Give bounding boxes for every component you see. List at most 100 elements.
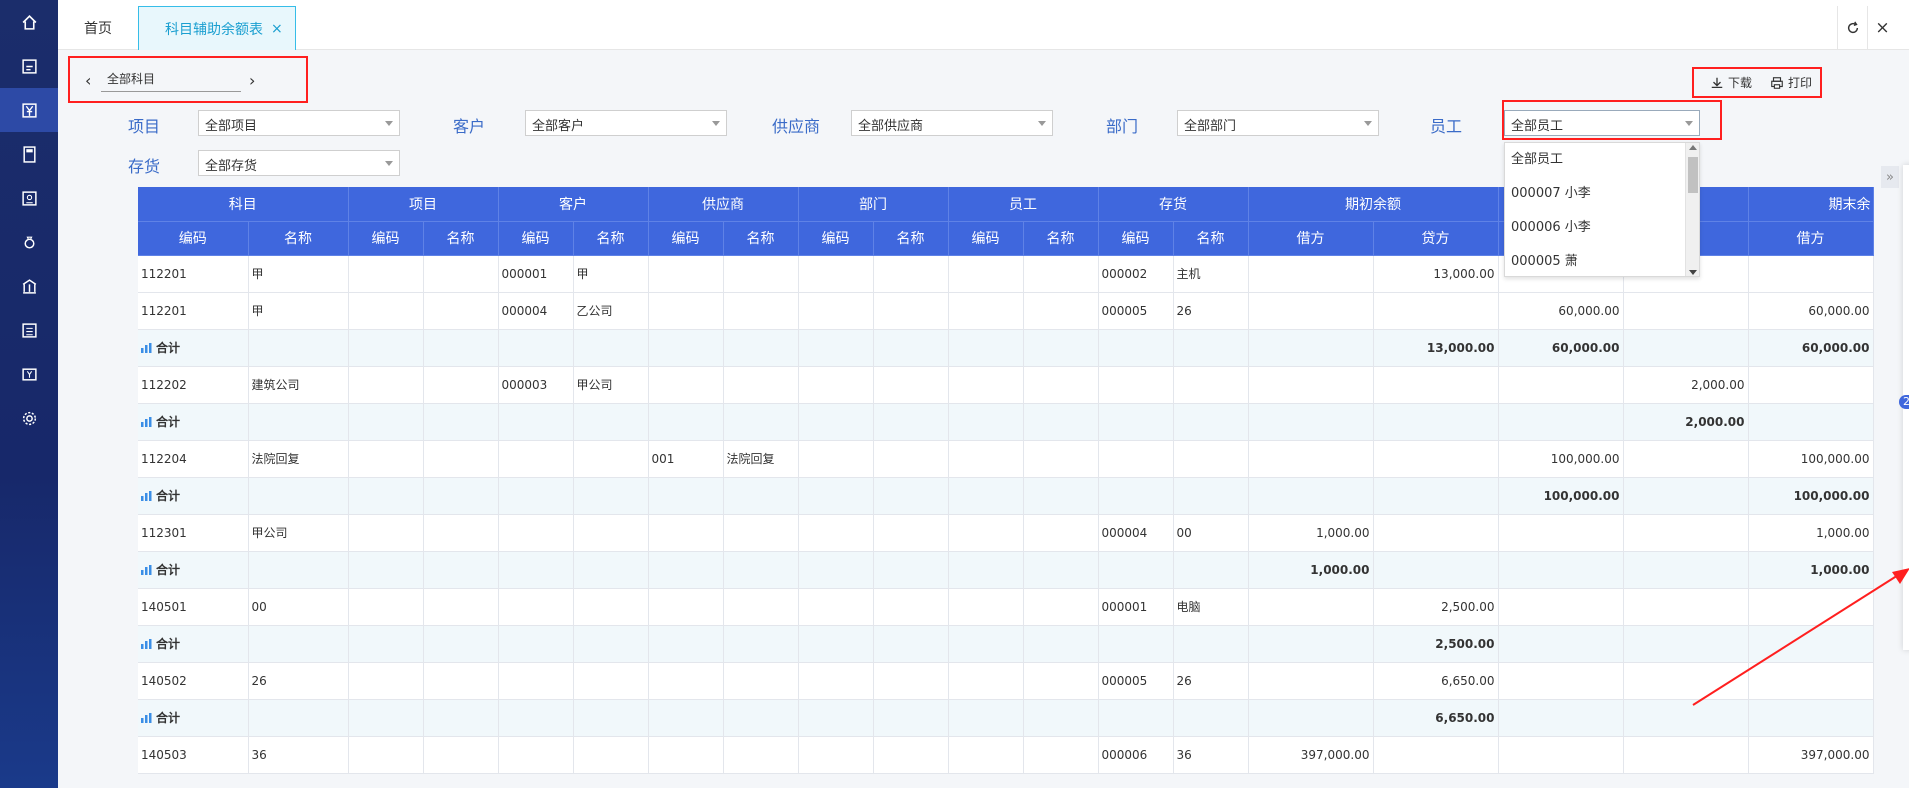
table-total-row[interactable]: 合计 100,000.00 100,000.00 xyxy=(138,477,1874,515)
print-label: 打印 xyxy=(1788,76,1813,90)
table-cell: 60,000.00 xyxy=(1498,292,1624,330)
table-total-row[interactable]: 合计 13,000.00 60,000.00 60,000.00 xyxy=(138,329,1874,367)
table-cell: 建筑公司 xyxy=(248,366,349,404)
report-nav-item[interactable] xyxy=(0,176,58,220)
subject-value[interactable]: 全部科目 xyxy=(101,68,241,92)
table-cell xyxy=(873,514,949,552)
download-button[interactable]: 下载 xyxy=(1710,74,1752,91)
table-cell: 甲 xyxy=(248,292,349,330)
table-total-row[interactable]: 合计 2,500.00 xyxy=(138,625,1874,663)
month-item[interactable]: 5月 xyxy=(1903,516,1909,544)
scroll-down-icon[interactable] xyxy=(1689,270,1697,275)
settings-nav-item[interactable] xyxy=(0,396,58,440)
table-row[interactable]: 140503 36 000006 36 397,000.00 397,000.00 xyxy=(138,736,1874,774)
table-cell xyxy=(873,440,949,478)
table-cell: 2,500.00 xyxy=(1373,625,1499,663)
total-label: 合计 xyxy=(141,709,245,726)
table-total-row[interactable]: 合计 2,000.00 xyxy=(138,403,1874,441)
table-cell xyxy=(1623,477,1749,515)
table-cell xyxy=(1248,329,1374,367)
filter-label-customer: 客户 xyxy=(453,117,486,136)
ledger-nav-item[interactable] xyxy=(0,88,58,132)
inventory-select[interactable]: 全部存货 xyxy=(198,150,400,176)
list-nav-item[interactable] xyxy=(0,308,58,352)
tab-subject-aux-balance[interactable]: 科目辅助余额表 × xyxy=(138,6,296,50)
table-total-row[interactable]: 合计 6,650.00 xyxy=(138,699,1874,737)
table-cell xyxy=(423,736,499,774)
calculator-nav-item[interactable] xyxy=(0,132,58,176)
close-window-icon[interactable]: × xyxy=(1867,6,1897,50)
table-cell xyxy=(648,403,724,441)
dropdown-option[interactable]: 全部员工 xyxy=(1505,143,1699,177)
month-item[interactable]: 1月2022 xyxy=(1899,395,1909,432)
table-cell xyxy=(423,699,499,737)
month-item[interactable]: 4月 xyxy=(1903,488,1909,516)
table-row[interactable]: 112204 法院回复 001 法院回复 100,000.00 100,000.00 xyxy=(138,440,1874,478)
month-item[interactable]: 8月 xyxy=(1903,264,1909,292)
sub-header-cell: 名称 xyxy=(873,221,949,256)
voucher-nav-item[interactable] xyxy=(0,44,58,88)
table-cell xyxy=(1498,514,1624,552)
next-subject-icon[interactable]: › xyxy=(249,71,265,90)
table-row[interactable]: 112202 建筑公司 000003 甲公司 2,000.00 xyxy=(138,366,1874,404)
scroll-up-icon[interactable] xyxy=(1689,145,1697,150)
table-cell xyxy=(348,662,424,700)
table-row[interactable]: 140501 00 000001 电脑 2,500.00 xyxy=(138,588,1874,626)
col-group-department: 部门 xyxy=(798,187,949,222)
home-icon xyxy=(22,14,36,30)
panel-collapse-icon[interactable]: » xyxy=(1881,166,1899,188)
dropdown-option[interactable]: 000007 小李 xyxy=(1505,177,1699,211)
table-cell xyxy=(498,403,574,441)
table-row[interactable]: 112201 甲 000004 乙公司 000005 26 60,000.00 60,000.… xyxy=(138,292,1874,330)
table-total-row[interactable]: 合计 1,000.00 1,000.00 xyxy=(138,551,1874,589)
sub-header-cell: 借方 xyxy=(1248,221,1374,256)
table-cell xyxy=(1023,255,1099,293)
month-item[interactable]: 11月 xyxy=(1903,348,1909,376)
subject-navigator: ‹ 全部科目 › xyxy=(85,68,281,92)
month-item[interactable]: 2月 xyxy=(1903,432,1909,460)
range-end[interactable]: 2022-07 xyxy=(1903,198,1909,228)
table-cell xyxy=(798,403,874,441)
table-cell xyxy=(1173,551,1249,589)
bar-chart-icon xyxy=(141,416,152,427)
assets-nav-item[interactable] xyxy=(0,220,58,264)
supplier-select[interactable]: 全部供应商 xyxy=(851,110,1053,136)
bank-nav-item[interactable] xyxy=(0,264,58,308)
department-select[interactable]: 全部部门 xyxy=(1177,110,1379,136)
print-button[interactable]: 打印 xyxy=(1770,74,1812,91)
month-item[interactable]: 3月 xyxy=(1903,460,1909,488)
table-cell xyxy=(948,292,1024,330)
table-cell: 合计 xyxy=(138,551,249,589)
table-row[interactable]: 140502 26 000005 26 6,650.00 xyxy=(138,662,1874,700)
dropdown-option[interactable]: 000006 小李 xyxy=(1505,211,1699,245)
table-cell xyxy=(798,736,874,774)
col-group-ending-balance: 期末余 xyxy=(1748,187,1874,222)
refresh-button[interactable] xyxy=(1837,6,1867,50)
table-cell xyxy=(1098,477,1174,515)
total-label-text: 合计 xyxy=(156,711,181,725)
document-edit-icon xyxy=(21,58,37,74)
table-cell xyxy=(1098,625,1174,663)
total-label: 合计 xyxy=(141,339,245,356)
home-nav-item[interactable] xyxy=(0,0,58,44)
dropdown-scrollbar[interactable] xyxy=(1685,143,1699,276)
tab-close-icon[interactable]: × xyxy=(271,21,283,37)
table-cell xyxy=(1173,477,1249,515)
table-cell xyxy=(1623,440,1749,478)
month-item[interactable]: 9月 xyxy=(1903,292,1909,320)
prev-subject-icon[interactable]: ‹ xyxy=(85,71,101,90)
dropdown-option[interactable]: 000005 萧 xyxy=(1505,245,1699,276)
table-cell xyxy=(498,514,574,552)
employee-select[interactable]: 全部员工 xyxy=(1504,110,1700,136)
range-start[interactable]: 2022-05 xyxy=(1903,168,1909,198)
customer-select[interactable]: 全部客户 xyxy=(525,110,727,136)
table-cell: 甲公司 xyxy=(573,366,649,404)
tab-home[interactable]: 首页 xyxy=(84,6,112,50)
scroll-thumb[interactable] xyxy=(1688,157,1698,193)
table-row[interactable]: 112301 甲公司 000004 00 1,000.00 1,000.00 xyxy=(138,514,1874,552)
project-select[interactable]: 全部项目 xyxy=(198,110,400,136)
month-item[interactable]: 10月 xyxy=(1903,320,1909,348)
table-cell xyxy=(423,255,499,293)
table-cell xyxy=(498,736,574,774)
tax-nav-item[interactable] xyxy=(0,352,58,396)
